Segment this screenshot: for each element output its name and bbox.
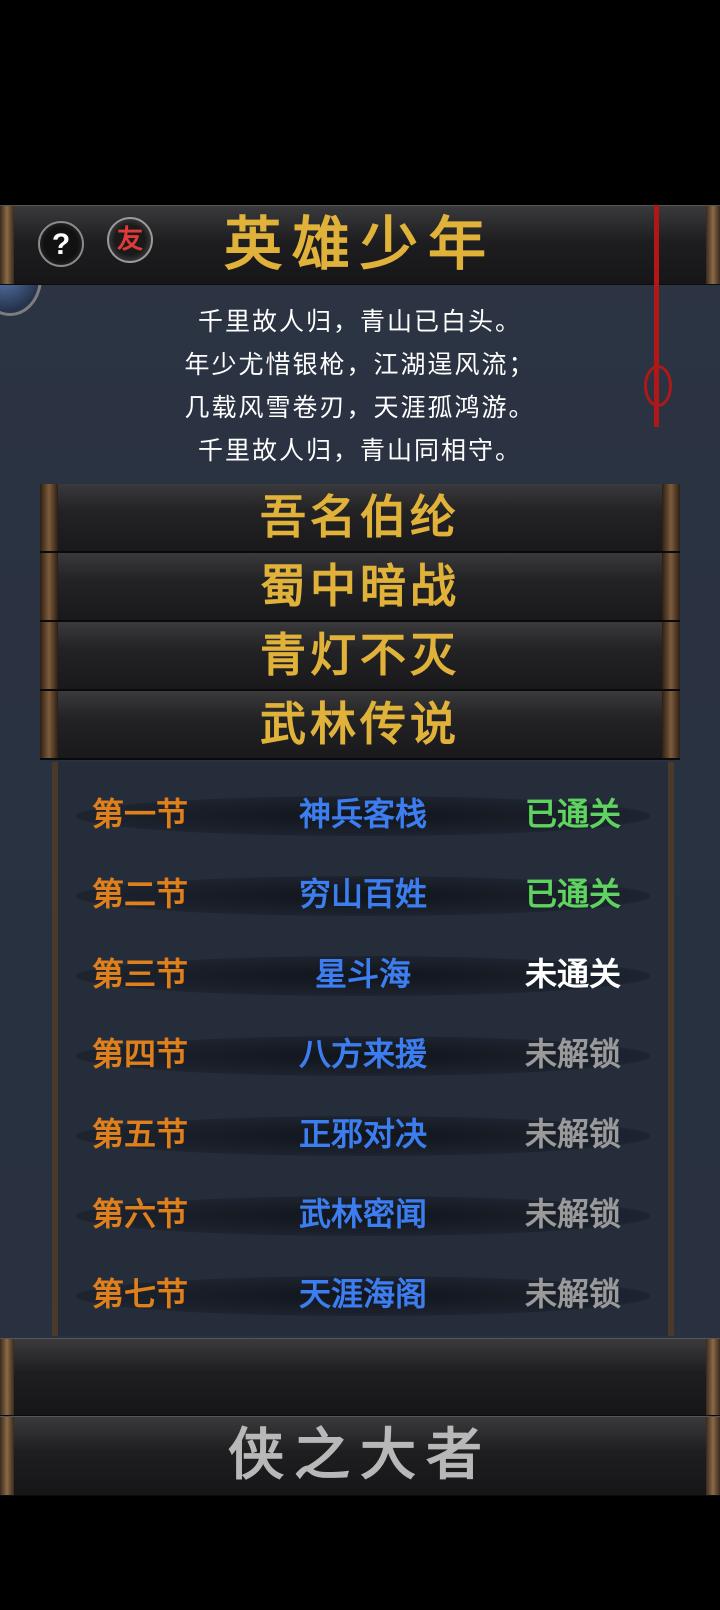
section-name: 穷山百姓 bbox=[298, 875, 427, 913]
poem-line: 年少尤惜银枪，江湖逞风流； bbox=[184, 350, 536, 379]
section-row[interactable]: 第六节 武林密闻 未解锁 bbox=[58, 1184, 668, 1244]
section-list: 第一节 神兵客栈 已通关 第二节 穷山百姓 已通关 第三节 星斗海 未通关 第四… bbox=[52, 762, 674, 1336]
section-number: 第一节 bbox=[92, 795, 189, 833]
bottom-scroll bbox=[0, 1338, 720, 1416]
poem-line: 千里故人归，青山已白头。 bbox=[197, 307, 522, 336]
section-status: 未解锁 bbox=[524, 1115, 621, 1153]
section-name: 星斗海 bbox=[314, 955, 411, 993]
section-status: 未解锁 bbox=[524, 1275, 621, 1313]
section-number: 第七节 bbox=[92, 1275, 189, 1313]
section-name: 武林密闻 bbox=[298, 1195, 427, 1233]
section-number: 第四节 bbox=[92, 1035, 189, 1073]
section-row[interactable]: 第一节 神兵客栈 已通关 bbox=[58, 784, 668, 844]
section-row[interactable]: 第五节 正邪对决 未解锁 bbox=[58, 1104, 668, 1164]
scroll-rod-right bbox=[706, 1339, 720, 1415]
section-status: 未解锁 bbox=[524, 1195, 621, 1233]
section-row[interactable]: 第二节 穷山百姓 已通关 bbox=[58, 864, 668, 924]
section-name: 正邪对决 bbox=[298, 1115, 427, 1153]
section-name: 八方来援 bbox=[298, 1035, 427, 1073]
section-number: 第三节 bbox=[92, 955, 189, 993]
chapter-label: 武林传说 bbox=[260, 697, 460, 751]
chapter-tab-4[interactable]: 武林传说 bbox=[40, 691, 680, 760]
footer-title: 侠之大者 bbox=[228, 1422, 492, 1488]
page-title: 英雄少年 bbox=[223, 210, 496, 278]
section-name: 天涯海阁 bbox=[298, 1275, 427, 1313]
scroll-rod-left bbox=[0, 1339, 14, 1415]
section-number: 第五节 bbox=[92, 1115, 189, 1153]
chapter-label: 吾名伯纶 bbox=[260, 490, 460, 544]
poem-line: 千里故人归，青山同相守。 bbox=[197, 436, 522, 465]
section-name: 神兵客栈 bbox=[298, 795, 427, 833]
chapter-tab-3[interactable]: 青灯不灭 bbox=[40, 622, 680, 691]
chapter-tab-2[interactable]: 蜀中暗战 bbox=[40, 553, 680, 622]
section-number: 第六节 bbox=[92, 1195, 189, 1233]
section-number: 第二节 bbox=[92, 875, 189, 913]
poem-text: 千里故人归，青山已白头。 年少尤惜银枪，江湖逞风流； 几载风雪卷刃，天涯孤鸿游。… bbox=[0, 300, 720, 472]
chapter-label: 青灯不灭 bbox=[260, 628, 460, 682]
chapter-tab-1[interactable]: 吾名伯纶 bbox=[40, 484, 680, 553]
section-row[interactable]: 第四节 八方来援 未解锁 bbox=[58, 1024, 668, 1084]
poem-line: 几载风雪卷刃，天涯孤鸿游。 bbox=[184, 393, 536, 422]
section-status: 已通关 bbox=[524, 875, 621, 913]
section-status: 已通关 bbox=[524, 795, 621, 833]
section-row[interactable]: 第三节 星斗海 未通关 bbox=[58, 944, 668, 1004]
section-status: 未通关 bbox=[524, 955, 621, 993]
section-row[interactable]: 第七节 天涯海阁 未解锁 bbox=[58, 1264, 668, 1324]
section-status: 未解锁 bbox=[524, 1035, 621, 1073]
chapter-label: 蜀中暗战 bbox=[260, 559, 460, 613]
